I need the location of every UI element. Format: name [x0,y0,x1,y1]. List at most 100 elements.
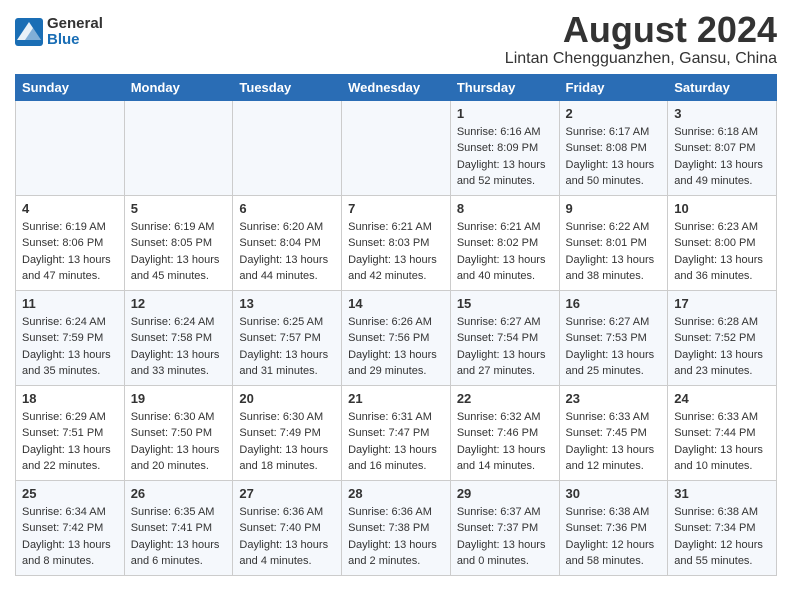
calendar-cell: 13 Sunrise: 6:25 AM Sunset: 7:57 PM Dayli… [233,290,342,385]
day-info: Sunrise: 6:30 AM Sunset: 7:49 PM Dayligh… [239,409,335,475]
month-title: August 2024 [505,10,777,50]
day-info: Sunrise: 6:31 AM Sunset: 7:47 PM Dayligh… [348,409,444,475]
calendar-cell: 1 Sunrise: 6:16 AM Sunset: 8:09 PM Daylig… [450,100,559,195]
calendar-cell: 16 Sunrise: 6:27 AM Sunset: 7:53 PM Dayli… [559,290,668,385]
week-row-2: 4 Sunrise: 6:19 AM Sunset: 8:06 PM Daylig… [16,195,777,290]
calendar-cell: 10Sunrise: 6:23 AM Sunset: 8:00 PM Dayli… [668,195,777,290]
day-info: Sunrise: 6:37 AM Sunset: 7:37 PM Dayligh… [457,504,553,570]
calendar-cell: 12 Sunrise: 6:24 AM Sunset: 7:58 PM Dayli… [124,290,233,385]
weekday-header-tuesday: Tuesday [233,74,342,100]
calendar-cell: 9Sunrise: 6:22 AM Sunset: 8:01 PM Daylig… [559,195,668,290]
day-info: Sunrise: 6:33 AM Sunset: 7:45 PM Dayligh… [566,409,662,475]
day-number: 11 [22,296,118,311]
day-info: Sunrise: 6:36 AM Sunset: 7:40 PM Dayligh… [239,504,335,570]
calendar-table: SundayMondayTuesdayWednesdayThursdayFrid… [15,74,777,576]
day-number: 3 [674,106,770,121]
day-info: Sunrise: 6:38 AM Sunset: 7:34 PM Dayligh… [674,504,770,570]
day-info: Sunrise: 6:32 AM Sunset: 7:46 PM Dayligh… [457,409,553,475]
day-info: Sunrise: 6:16 AM Sunset: 8:09 PM Dayligh… [457,124,553,190]
calendar-cell: 11 Sunrise: 6:24 AM Sunset: 7:59 PM Dayli… [16,290,125,385]
weekday-header-friday: Friday [559,74,668,100]
day-info: Sunrise: 6:34 AM Sunset: 7:42 PM Dayligh… [22,504,118,570]
day-info: Sunrise: 6:30 AM Sunset: 7:50 PM Dayligh… [131,409,227,475]
day-number: 23 [566,391,662,406]
day-number: 8 [457,201,553,216]
day-number: 6 [239,201,335,216]
calendar-cell: 18Sunrise: 6:29 AM Sunset: 7:51 PM Dayli… [16,385,125,480]
day-number: 12 [131,296,227,311]
calendar-cell: 28 Sunrise: 6:36 AM Sunset: 7:38 PM Dayli… [342,480,451,575]
weekday-header-sunday: Sunday [16,74,125,100]
day-number: 13 [239,296,335,311]
calendar-cell: 14Sunrise: 6:26 AM Sunset: 7:56 PM Dayli… [342,290,451,385]
day-number: 28 [348,486,444,501]
calendar-cell: 30Sunrise: 6:38 AM Sunset: 7:36 PM Dayli… [559,480,668,575]
day-info: Sunrise: 6:36 AM Sunset: 7:38 PM Dayligh… [348,504,444,570]
weekday-header-monday: Monday [124,74,233,100]
weekday-header-thursday: Thursday [450,74,559,100]
calendar-cell: 3 Sunrise: 6:18 AM Sunset: 8:07 PM Daylig… [668,100,777,195]
calendar-cell: 20 Sunrise: 6:30 AM Sunset: 7:49 PM Dayli… [233,385,342,480]
week-row-1: 1 Sunrise: 6:16 AM Sunset: 8:09 PM Daylig… [16,100,777,195]
calendar-cell: 23 Sunrise: 6:33 AM Sunset: 7:45 PM Dayli… [559,385,668,480]
weekday-header-saturday: Saturday [668,74,777,100]
calendar-cell [16,100,125,195]
calendar-cell [342,100,451,195]
day-info: Sunrise: 6:24 AM Sunset: 7:59 PM Dayligh… [22,314,118,380]
day-info: Sunrise: 6:25 AM Sunset: 7:57 PM Dayligh… [239,314,335,380]
calendar-cell: 5 Sunrise: 6:19 AM Sunset: 8:05 PM Daylig… [124,195,233,290]
page-header: General Blue August 2024 Lintan Chenggua… [15,10,777,68]
day-number: 22 [457,391,553,406]
day-number: 19 [131,391,227,406]
day-number: 15 [457,296,553,311]
day-number: 5 [131,201,227,216]
day-info: Sunrise: 6:33 AM Sunset: 7:44 PM Dayligh… [674,409,770,475]
header-row: SundayMondayTuesdayWednesdayThursdayFrid… [16,74,777,100]
day-number: 7 [348,201,444,216]
day-info: Sunrise: 6:19 AM Sunset: 8:05 PM Dayligh… [131,219,227,285]
logo-text: General Blue [47,16,103,48]
day-number: 31 [674,486,770,501]
title-area: August 2024 Lintan Chengguanzhen, Gansu,… [505,10,777,68]
calendar-cell: 25Sunrise: 6:34 AM Sunset: 7:42 PM Dayli… [16,480,125,575]
day-number: 4 [22,201,118,216]
calendar-cell: 4 Sunrise: 6:19 AM Sunset: 8:06 PM Daylig… [16,195,125,290]
day-info: Sunrise: 6:21 AM Sunset: 8:03 PM Dayligh… [348,219,444,285]
calendar-cell: 31 Sunrise: 6:38 AM Sunset: 7:34 PM Dayli… [668,480,777,575]
day-number: 2 [566,106,662,121]
day-info: Sunrise: 6:19 AM Sunset: 8:06 PM Dayligh… [22,219,118,285]
logo-general: General [47,15,103,32]
calendar-cell: 2 Sunrise: 6:17 AM Sunset: 8:08 PM Daylig… [559,100,668,195]
day-info: Sunrise: 6:26 AM Sunset: 7:56 PM Dayligh… [348,314,444,380]
calendar-cell: 17Sunrise: 6:28 AM Sunset: 7:52 PM Dayli… [668,290,777,385]
day-number: 29 [457,486,553,501]
logo-blue: Blue [47,31,80,48]
day-info: Sunrise: 6:35 AM Sunset: 7:41 PM Dayligh… [131,504,227,570]
day-info: Sunrise: 6:24 AM Sunset: 7:58 PM Dayligh… [131,314,227,380]
day-number: 21 [348,391,444,406]
day-number: 26 [131,486,227,501]
day-number: 9 [566,201,662,216]
calendar-cell: 21 Sunrise: 6:31 AM Sunset: 7:47 PM Dayli… [342,385,451,480]
day-info: Sunrise: 6:17 AM Sunset: 8:08 PM Dayligh… [566,124,662,190]
day-number: 1 [457,106,553,121]
day-info: Sunrise: 6:20 AM Sunset: 8:04 PM Dayligh… [239,219,335,285]
weekday-header-wednesday: Wednesday [342,74,451,100]
day-info: Sunrise: 6:27 AM Sunset: 7:54 PM Dayligh… [457,314,553,380]
calendar-cell: 22 Sunrise: 6:32 AM Sunset: 7:46 PM Dayli… [450,385,559,480]
calendar-cell: 24 Sunrise: 6:33 AM Sunset: 7:44 PM Dayli… [668,385,777,480]
day-number: 10 [674,201,770,216]
week-row-5: 25Sunrise: 6:34 AM Sunset: 7:42 PM Dayli… [16,480,777,575]
day-number: 24 [674,391,770,406]
location-title: Lintan Chengguanzhen, Gansu, China [505,50,777,68]
day-info: Sunrise: 6:18 AM Sunset: 8:07 PM Dayligh… [674,124,770,190]
day-number: 20 [239,391,335,406]
logo: General Blue [15,16,103,48]
calendar-cell: 8Sunrise: 6:21 AM Sunset: 8:02 PM Daylig… [450,195,559,290]
week-row-3: 11 Sunrise: 6:24 AM Sunset: 7:59 PM Dayli… [16,290,777,385]
logo-icon [15,18,43,46]
day-info: Sunrise: 6:27 AM Sunset: 7:53 PM Dayligh… [566,314,662,380]
day-number: 16 [566,296,662,311]
calendar-cell: 6 Sunrise: 6:20 AM Sunset: 8:04 PM Daylig… [233,195,342,290]
calendar-cell: 15 Sunrise: 6:27 AM Sunset: 7:54 PM Dayli… [450,290,559,385]
